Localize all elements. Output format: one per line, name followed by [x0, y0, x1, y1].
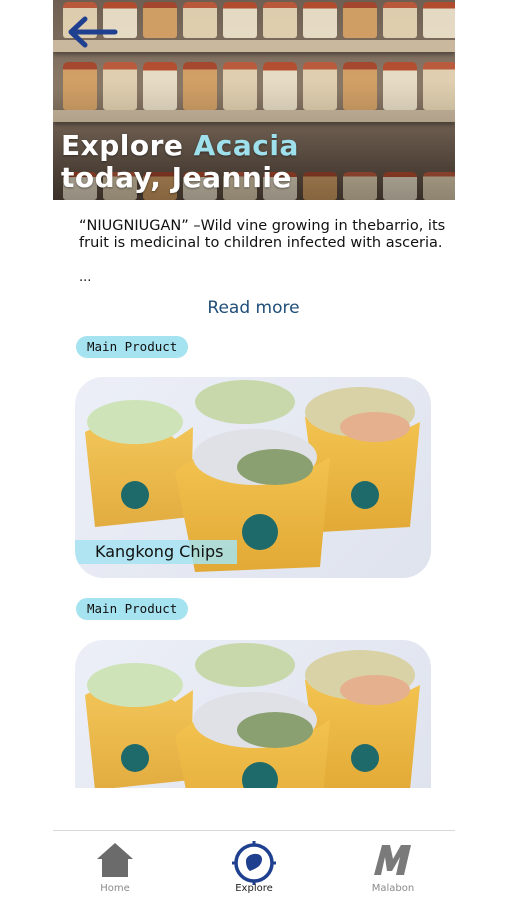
read-more-link[interactable]: Read more	[0, 298, 507, 318]
malabon-logo-icon	[374, 845, 411, 875]
hero-banner: Explore Acacia today, Jeannie	[53, 0, 455, 200]
bottom-nav: Home Explore Malabon	[53, 830, 455, 901]
main-product-badge: Main Product	[76, 336, 189, 358]
explore-compass-icon	[232, 841, 276, 885]
nav-item-explore[interactable]: Explore	[194, 831, 314, 901]
description-ellipsis: ...	[79, 270, 92, 285]
product-card[interactable]	[75, 640, 431, 788]
hero-title-prefix: Explore	[61, 129, 184, 162]
nav-item-home[interactable]: Home	[55, 831, 175, 901]
home-icon	[97, 843, 133, 877]
hero-title-accent: Acacia	[193, 129, 299, 162]
product-name-label: Kangkong Chips	[75, 540, 238, 564]
product-card[interactable]: Kangkong Chips	[75, 377, 431, 578]
arrow-left-icon	[68, 16, 118, 48]
product-photo	[85, 643, 420, 788]
place-description: “NIUGNIUGAN” –Wild vine growing in theba…	[79, 218, 446, 251]
nav-label-malabon: Malabon	[371, 883, 415, 894]
hero-title: Explore Acacia today, Jeannie	[61, 130, 299, 194]
hero-title-greeting: today, Jeannie	[61, 161, 292, 194]
main-product-badge: Main Product	[76, 598, 189, 620]
back-button[interactable]	[65, 12, 121, 52]
nav-item-malabon[interactable]: Malabon	[333, 831, 453, 901]
nav-label-home: Home	[100, 883, 130, 894]
nav-label-explore: Explore	[235, 883, 273, 894]
